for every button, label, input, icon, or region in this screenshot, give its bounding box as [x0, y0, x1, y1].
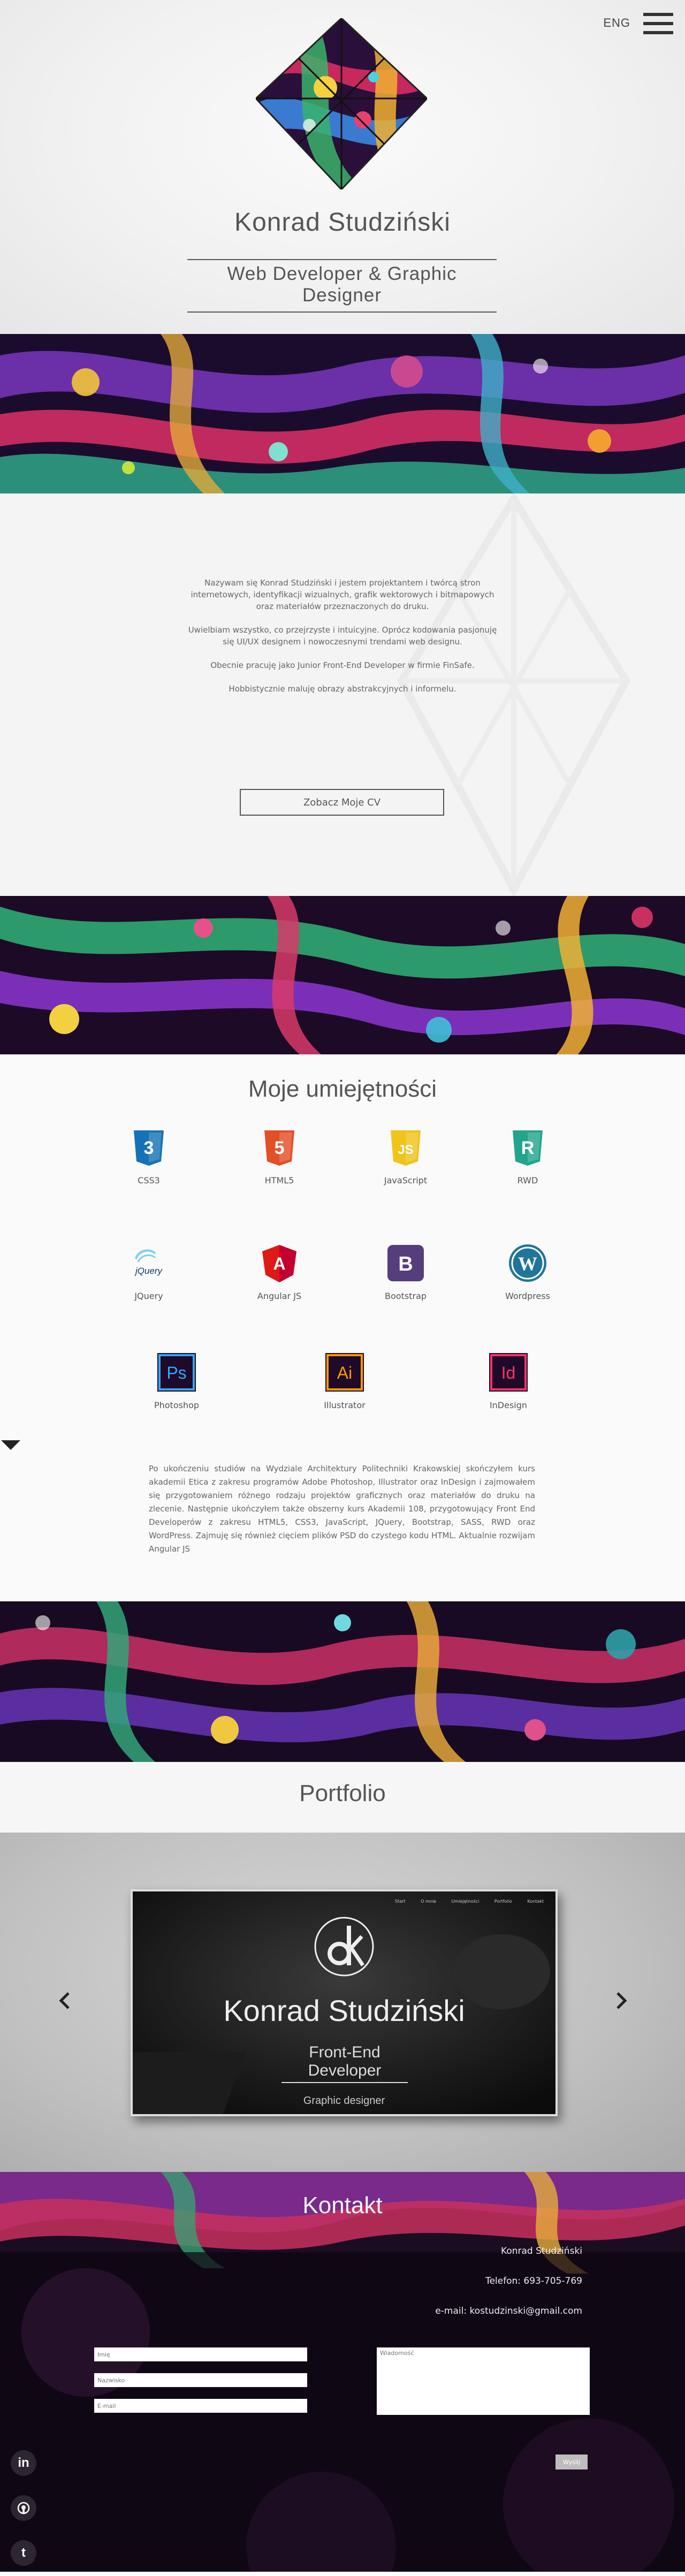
message-field[interactable]: [377, 2347, 590, 2415]
tumblr-icon[interactable]: t: [11, 2540, 36, 2566]
slide-subtitle: Graphic designer: [303, 2095, 385, 2107]
skill-label: InDesign: [489, 1400, 528, 1410]
skill-label: Wordpress: [505, 1291, 551, 1301]
javascript-icon: JS: [385, 1127, 426, 1168]
skill-label: Illustrator: [324, 1400, 366, 1410]
contact-name: Konrad Studziński: [501, 2246, 582, 2256]
about-paragraph: Obecnie pracuję jako Junior Front-End De…: [210, 660, 475, 670]
skill-item: A Angular JS: [237, 1243, 322, 1301]
slide-nav: Start O mnie Umiejętności Portfolio Kont…: [381, 1899, 544, 1904]
skill-item: 3 CSS3: [106, 1127, 192, 1186]
portfolio-header: Portfolio: [0, 1762, 685, 1833]
svg-text:Ps: Ps: [166, 1363, 186, 1382]
skill-label: CSS3: [138, 1175, 160, 1186]
svg-text:R: R: [521, 1138, 535, 1158]
slide-name: Konrad Studziński: [223, 1994, 465, 2027]
skill-label: RWD: [517, 1175, 538, 1186]
art-banner-image: [0, 896, 685, 1054]
svg-text:3: 3: [144, 1138, 154, 1158]
jquery-icon: jQuery: [128, 1243, 169, 1283]
skills-description: Po ukończeniu studiów na Wydziale Archit…: [149, 1464, 535, 1554]
about-paragraph: Hobbistycznie maluję obrazy abstrakcyjny…: [229, 684, 456, 694]
indesign-icon: Id: [488, 1352, 529, 1393]
slide-nav-item: Portfolio: [494, 1899, 512, 1904]
svg-text:jQuery: jQuery: [134, 1266, 163, 1276]
skill-item: W Wordpress: [485, 1243, 570, 1301]
svg-text:5: 5: [275, 1138, 285, 1158]
svg-text:A: A: [273, 1254, 285, 1273]
carousel-next-arrow-icon[interactable]: [610, 1990, 631, 2011]
linkedin-icon[interactable]: in: [11, 2450, 36, 2476]
skills-section: Moje umiejętności 3 CSS3 5 HTML5 JS JavaScrip…: [0, 1054, 685, 1601]
slide-nav-item: Kontakt: [527, 1899, 544, 1904]
view-cv-button[interactable]: Zobacz Moje CV: [240, 789, 444, 816]
hero-name: Konrad Studziński: [234, 208, 451, 237]
skill-item: Ps Photoshop: [134, 1352, 219, 1410]
skill-label: Angular JS: [257, 1291, 302, 1301]
arrow-down-icon[interactable]: [1, 1440, 20, 1450]
skill-label: JavaScript: [384, 1175, 428, 1186]
about-section: Nazywam się Konrad Studziński i jestem p…: [0, 493, 685, 896]
skill-label: JQuery: [134, 1291, 163, 1301]
html5-icon: 5: [259, 1127, 300, 1168]
portfolio-carousel: Start O mnie Umiejętności Portfolio Kont…: [0, 1833, 685, 2172]
contact-phone: Telefon: 693-705-769: [485, 2276, 582, 2286]
css3-icon: 3: [128, 1127, 169, 1168]
bootstrap-icon: B: [385, 1243, 426, 1283]
skill-item: R RWD: [485, 1127, 570, 1186]
about-text: Nazywam się Konrad Studziński i jestem p…: [182, 493, 503, 695]
contact-title: Kontakt: [302, 2192, 383, 2218]
skill-label: Bootstrap: [385, 1291, 427, 1301]
carousel-prev-arrow-icon[interactable]: [55, 1990, 76, 2011]
skill-label: HTML5: [264, 1175, 294, 1186]
slide-logo-icon: [314, 1917, 374, 1977]
skills-title: Moje umiejętności: [248, 1076, 437, 1102]
art-banner: [0, 1601, 685, 1762]
hamburger-menu-icon[interactable]: [643, 13, 673, 34]
svg-text:Ai: Ai: [337, 1363, 352, 1382]
svg-text:Id: Id: [501, 1363, 516, 1382]
portfolio-slide[interactable]: Start O mnie Umiejętności Portfolio Kont…: [131, 1889, 558, 2116]
slide-nav-item: Start: [395, 1899, 406, 1904]
angular-icon: A: [259, 1243, 300, 1283]
slide-nav-item: Umiejętności: [451, 1899, 480, 1904]
skill-label: Photoshop: [154, 1400, 200, 1410]
contact-section: Kontakt Konrad Studziński Telefon: 693-7…: [0, 2172, 685, 2572]
first-name-field[interactable]: [94, 2347, 307, 2361]
rwd-icon: R: [507, 1127, 548, 1168]
portfolio-title: Portfolio: [299, 1780, 386, 1806]
art-banner: [0, 896, 685, 1054]
svg-text:JS: JS: [398, 1143, 413, 1157]
github-icon[interactable]: [11, 2495, 36, 2521]
svg-text:B: B: [398, 1253, 413, 1275]
skill-item: 5 HTML5: [237, 1127, 322, 1186]
about-paragraph: Nazywam się Konrad Studziński i jestem p…: [191, 578, 494, 611]
hero-section: ENG Konrad Studziński Web Developer & Gr…: [0, 0, 685, 334]
skill-item: Ai Illustrator: [302, 1352, 387, 1410]
slide-role: Front-End Developer: [281, 2043, 408, 2083]
art-banner: [0, 334, 685, 493]
photoshop-icon: Ps: [156, 1352, 197, 1393]
about-paragraph: Uwielbiam wszystko, co przejrzyste i int…: [188, 625, 497, 647]
language-switch[interactable]: ENG: [603, 16, 630, 30]
art-banner-image: [0, 1601, 685, 1762]
illustrator-icon: Ai: [324, 1352, 365, 1393]
hero-role: Web Developer & Graphic Designer: [187, 259, 497, 313]
skill-item: jQuery JQuery: [106, 1243, 192, 1301]
contact-email: e-mail: kostudzinski@gmail.com: [435, 2306, 582, 2316]
skill-item: JS JavaScript: [363, 1127, 448, 1186]
email-field[interactable]: [94, 2399, 307, 2413]
svg-text:W: W: [518, 1253, 537, 1274]
send-button[interactable]: Wyślij: [555, 2455, 588, 2469]
logo-icon: [256, 18, 427, 189]
skill-item: B Bootstrap: [363, 1243, 448, 1301]
skill-item: Id InDesign: [466, 1352, 551, 1410]
wordpress-icon: W: [507, 1243, 548, 1283]
slide-nav-item: O mnie: [421, 1899, 436, 1904]
art-banner-image: [0, 334, 685, 493]
last-name-field[interactable]: [94, 2373, 307, 2387]
